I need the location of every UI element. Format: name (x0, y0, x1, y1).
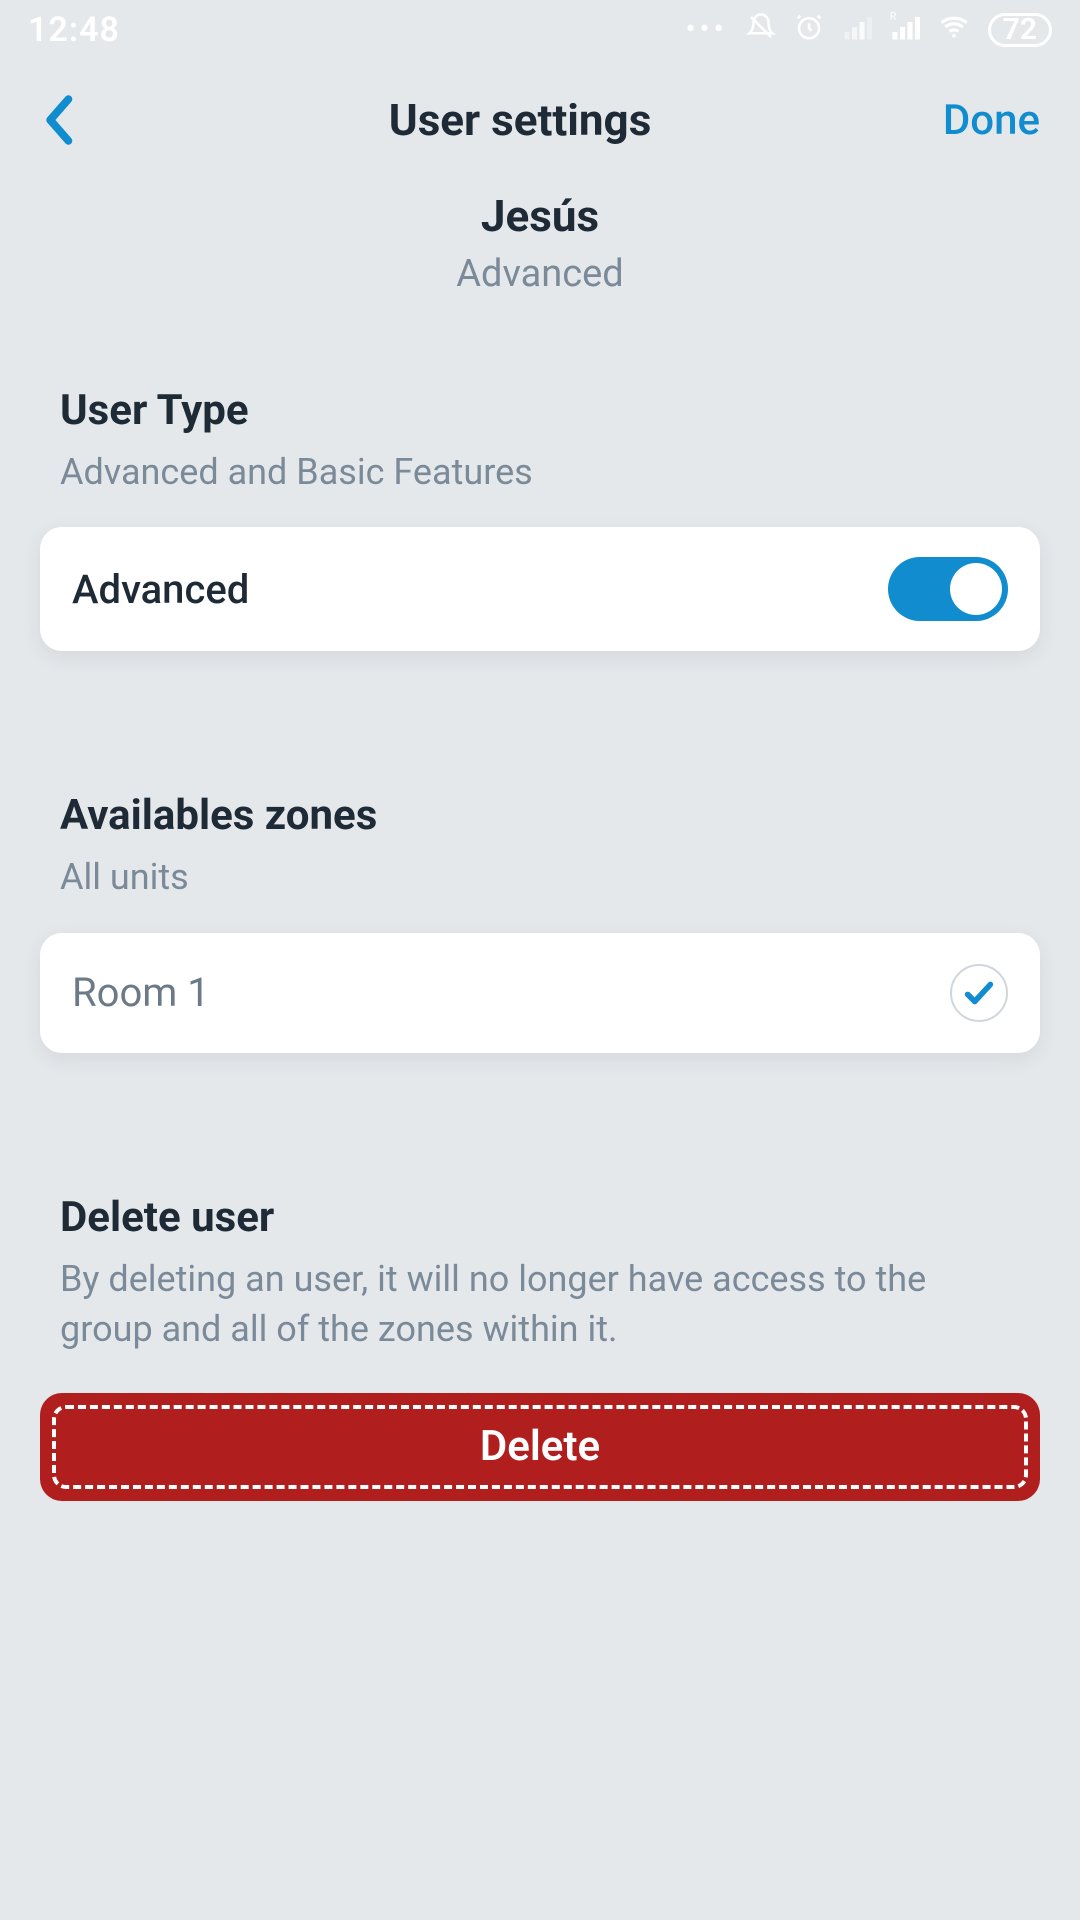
battery-level: 72 (1003, 15, 1037, 45)
section-zones: Availables zones All units Room 1 (0, 651, 1080, 1052)
wifi-icon (938, 12, 970, 48)
check-icon (962, 976, 996, 1010)
dnd-icon (746, 12, 776, 48)
section-header: User Type Advanced and Basic Features (40, 386, 1040, 497)
status-time: 12:48 (28, 10, 120, 50)
done-button[interactable]: Done (920, 96, 1040, 145)
battery-indicator: 72 (988, 13, 1052, 47)
nav-bar: User settings Done (0, 60, 1080, 180)
section-title: Delete user (60, 1193, 1020, 1242)
status-icons: ••• R (685, 12, 1052, 48)
advanced-toggle[interactable] (888, 557, 1008, 621)
svg-text:R: R (890, 12, 896, 23)
delete-button[interactable]: Delete (40, 1393, 1040, 1501)
page-title: User settings (389, 94, 652, 146)
delete-button-border: Delete (52, 1405, 1028, 1489)
section-header: Availables zones All units (40, 791, 1040, 902)
section-subtitle: Advanced and Basic Features (60, 447, 1020, 497)
chevron-left-icon (40, 94, 76, 146)
more-icon: ••• (685, 15, 727, 45)
status-bar: 12:48 ••• (0, 0, 1080, 60)
signal-roaming-icon: R (890, 12, 920, 48)
user-header: Jesús Advanced (0, 180, 1080, 326)
zone-label: Room 1 (72, 969, 210, 1016)
advanced-toggle-row: Advanced (40, 527, 1040, 651)
toggle-label: Advanced (72, 566, 249, 613)
section-subtitle: By deleting an user, it will no longer h… (60, 1254, 1020, 1355)
section-delete: Delete user By deleting an user, it will… (0, 1053, 1080, 1355)
back-button[interactable] (40, 94, 120, 146)
section-subtitle: All units (60, 852, 1020, 902)
delete-button-label: Delete (480, 1422, 600, 1471)
zone-row[interactable]: Room 1 (40, 933, 1040, 1053)
section-title: Availables zones (60, 791, 1020, 840)
user-name: Jesús (40, 190, 1040, 242)
zone-checkbox[interactable] (950, 964, 1008, 1022)
toggle-knob (950, 563, 1002, 615)
section-user-type: User Type Advanced and Basic Features Ad… (0, 326, 1080, 651)
section-header: Delete user By deleting an user, it will… (40, 1193, 1040, 1355)
user-role: Advanced (40, 252, 1040, 296)
alarm-icon (794, 12, 824, 48)
section-title: User Type (60, 386, 1020, 435)
signal-icon (842, 12, 872, 48)
